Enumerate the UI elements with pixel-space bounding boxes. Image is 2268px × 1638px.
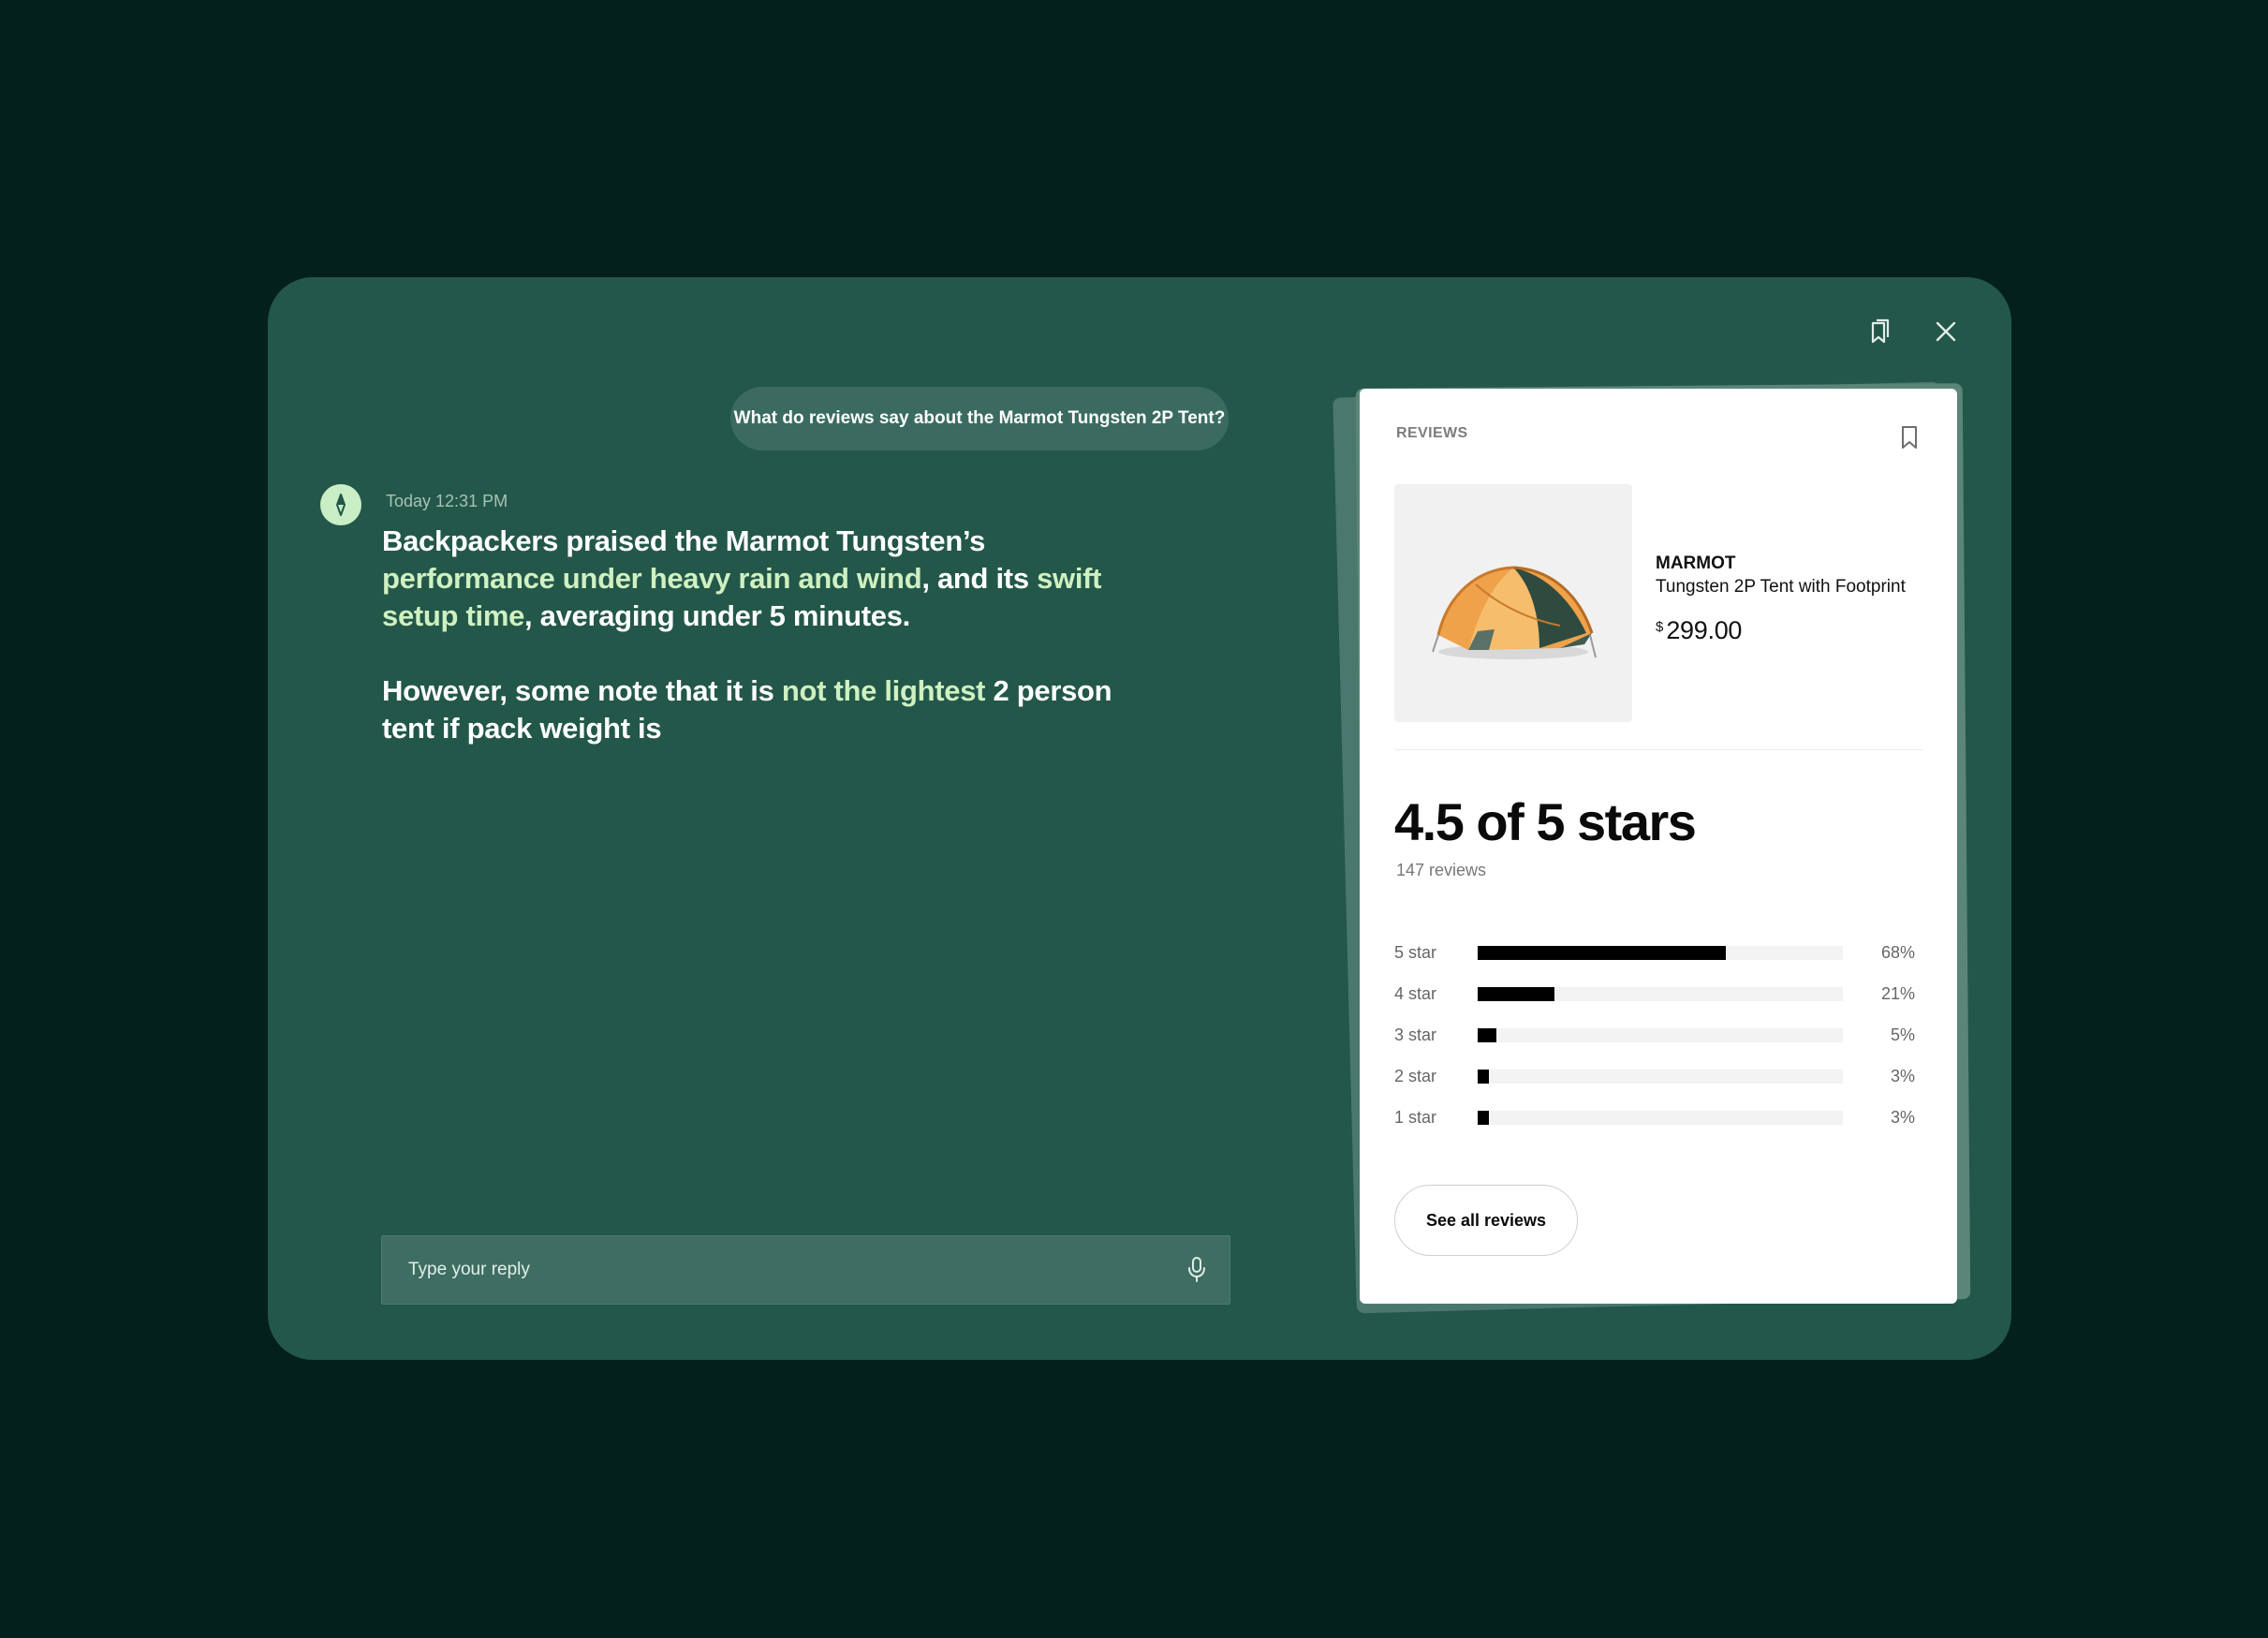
highlighted-text: performance under heavy rain and wind <box>382 562 922 595</box>
rating-bar-track <box>1478 945 1843 960</box>
rating-distribution: 5 star 68% 4 star 21% 3 star 5% 2 star 3… <box>1394 932 1915 1138</box>
rating-row-label: 4 star <box>1394 983 1437 1003</box>
rating-bar-fill <box>1478 1069 1489 1084</box>
rating-bar-track <box>1478 986 1843 1001</box>
see-all-reviews-button[interactable]: See all reviews <box>1394 1185 1578 1256</box>
rating-row-2: 2 star 3% <box>1394 1055 1915 1097</box>
rating-row-label: 1 star <box>1394 1107 1437 1127</box>
rating-row-1: 1 star 3% <box>1394 1097 1915 1138</box>
compass-icon <box>320 484 361 525</box>
text-run: However, some note that it is <box>382 674 782 707</box>
rating-bar-fill <box>1478 986 1554 1001</box>
rating-row-percent: 3% <box>1890 1107 1915 1127</box>
user-message-bubble: What do reviews say about the Marmot Tun… <box>730 387 1229 450</box>
tent-image <box>1394 484 1632 722</box>
assistant-paragraph: Backpackers praised the Marmot Tungsten’… <box>382 523 1150 635</box>
microphone-icon[interactable] <box>1186 1256 1207 1284</box>
rating-row-label: 3 star <box>1394 1025 1437 1044</box>
reply-box <box>381 1235 1230 1305</box>
rating-row-percent: 68% <box>1880 942 1915 962</box>
text-run: , and its <box>921 562 1038 595</box>
rating-bar-fill <box>1478 1027 1496 1042</box>
rating-bar-track <box>1478 1069 1843 1084</box>
rating-row-percent: 21% <box>1880 983 1915 1003</box>
text-run: Backpackers praised the Marmot Tungsten’… <box>382 524 986 557</box>
product-name: Tungsten 2P Tent with Footprint <box>1656 577 1906 597</box>
rating-row-label: 5 star <box>1394 942 1437 962</box>
product-brand: MARMOT <box>1656 553 1736 573</box>
assistant-paragraph: However, some note that it is not the li… <box>382 672 1150 747</box>
highlighted-text: not the lightest <box>781 674 986 707</box>
price-currency: $ <box>1656 619 1664 635</box>
product-price: $ 299.00 <box>1656 616 1742 645</box>
rating-bar-fill <box>1478 1110 1489 1125</box>
rating-row-3: 3 star 5% <box>1394 1014 1915 1055</box>
rating-bar-track <box>1478 1110 1843 1125</box>
divider <box>1394 749 1922 750</box>
text-run: , averaging under 5 minutes. <box>524 599 910 632</box>
bookmarks-icon[interactable] <box>1862 313 1899 350</box>
rating-row-percent: 5% <box>1890 1025 1915 1044</box>
price-value: 299.00 <box>1666 616 1743 644</box>
rating-bar-track <box>1478 1027 1843 1042</box>
rating-row-4: 4 star 21% <box>1394 973 1915 1014</box>
card-label: REVIEWS <box>1396 425 1468 441</box>
rating-bar-fill <box>1478 945 1727 960</box>
rating-headline: 4.5 of 5 stars <box>1394 792 1697 851</box>
rating-row-percent: 3% <box>1890 1066 1915 1085</box>
reply-input[interactable] <box>406 1259 1186 1281</box>
rating-row-label: 2 star <box>1394 1066 1437 1085</box>
message-timestamp: Today 12:31 PM <box>386 492 508 510</box>
reviews-card: REVIEWS MARMOT Tungsten 2P Tent with Foo… <box>1360 389 1957 1304</box>
bookmark-icon[interactable] <box>1895 422 1923 452</box>
rating-row-5: 5 star 68% <box>1394 932 1915 973</box>
assistant-message: Backpackers praised the Marmot Tungsten’… <box>382 523 1150 747</box>
review-count: 147 reviews <box>1396 861 1487 879</box>
close-icon[interactable] <box>1927 313 1965 350</box>
